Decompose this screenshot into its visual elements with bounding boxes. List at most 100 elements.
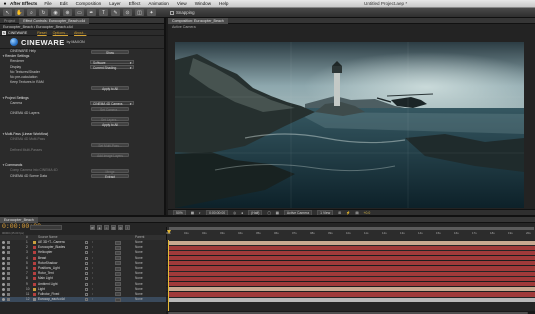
audio-icon[interactable]: [7, 277, 10, 281]
eye-icon[interactable]: [2, 277, 5, 281]
audio-icon[interactable]: [7, 261, 10, 265]
label-color-swatch[interactable]: [33, 287, 36, 291]
layer-duration-bar[interactable]: [168, 245, 535, 250]
layer-switch-box[interactable]: [85, 272, 88, 276]
layer-switch-box[interactable]: [85, 251, 88, 255]
camera-tool-icon[interactable]: ◉: [51, 9, 60, 16]
scrollbar-thumb[interactable]: [168, 311, 528, 314]
layer-row[interactable]: 12 Eurocop_each.c4d / None: [0, 297, 535, 303]
comp-mini-flowchart-icon[interactable]: ⇄: [90, 225, 95, 230]
composition-viewport[interactable]: [175, 42, 524, 208]
about-link[interactable]: About...: [74, 31, 86, 35]
puppet-tool-icon[interactable]: ✦: [147, 9, 156, 16]
frame-blending-icon[interactable]: ▥: [111, 225, 116, 230]
motion-blur-icon[interactable]: ◍: [118, 225, 123, 230]
parent-pickwhip-icon[interactable]: [115, 282, 121, 287]
app-menu[interactable]: After Effects: [10, 1, 37, 6]
options-link[interactable]: Options...: [53, 31, 68, 35]
menu-edit[interactable]: Edit: [60, 1, 68, 6]
eye-icon[interactable]: [2, 261, 5, 265]
draft-3d-icon[interactable]: ◈: [97, 225, 102, 230]
exposure-value[interactable]: +0.0: [364, 211, 371, 215]
layer-controls[interactable]: 12 Eurocop_each.c4d / None: [0, 297, 166, 303]
parent-pickwhip-icon[interactable]: [115, 261, 121, 266]
label-color-swatch[interactable]: [33, 241, 36, 244]
eye-icon[interactable]: [2, 251, 5, 255]
layer-switch-box[interactable]: [85, 292, 88, 296]
renderer-dropdown[interactable]: Software ▼: [90, 59, 134, 65]
parent-pickwhip-icon[interactable]: [115, 245, 121, 250]
layer-duration-bar[interactable]: [168, 271, 535, 276]
eye-icon[interactable]: [2, 266, 5, 270]
parent-pickwhip-icon[interactable]: [115, 250, 121, 255]
toggle-pixel-icon[interactable]: ⊞: [338, 211, 341, 215]
graph-editor-icon[interactable]: ⌇: [125, 225, 130, 230]
audio-icon[interactable]: [7, 298, 10, 302]
layer-duration-bar[interactable]: [168, 292, 535, 297]
camera-dropdown[interactable]: CINEMA 4D Camera ▼: [90, 101, 134, 106]
menu-view[interactable]: View: [177, 1, 187, 6]
time-ruler[interactable]: 00s 01s 02s 03s 04s 05s 06s 07s 08s 09s 10s 11s 12s 1…: [166, 227, 535, 240]
layer-duration-bar[interactable]: [168, 282, 535, 287]
eye-icon[interactable]: [2, 287, 5, 291]
menu-window[interactable]: Window: [195, 1, 211, 6]
menu-effect[interactable]: Effect: [129, 1, 141, 6]
eraser-tool-icon[interactable]: ◫: [135, 9, 144, 16]
roi-icon[interactable]: ▢: [267, 211, 270, 215]
clone-stamp-tool-icon[interactable]: ⊙: [123, 9, 132, 16]
pan-behind-tool-icon[interactable]: ⊕: [63, 9, 72, 16]
set-layers-button[interactable]: Set Layers...: [91, 117, 129, 122]
timeline-icon[interactable]: ▤: [355, 211, 358, 215]
label-color-swatch[interactable]: [33, 266, 36, 270]
audio-icon[interactable]: [7, 251, 10, 255]
label-color-swatch[interactable]: [33, 261, 36, 265]
layer-switch-box[interactable]: [85, 261, 88, 265]
label-color-swatch[interactable]: [33, 292, 36, 296]
layer-switch-box[interactable]: [85, 256, 88, 260]
layer-duration-bar[interactable]: [168, 276, 535, 281]
eye-icon[interactable]: [2, 256, 5, 260]
layer-name[interactable]: Eurocop_each.c4d: [38, 297, 65, 302]
extract-button[interactable]: Extract: [91, 174, 129, 179]
layer-duration-bar[interactable]: [168, 266, 535, 271]
layer-search-input[interactable]: [30, 225, 62, 230]
set-camera-button[interactable]: Set Camera...: [91, 106, 129, 112]
parent-pickwhip-icon[interactable]: [115, 266, 121, 271]
audio-icon[interactable]: [7, 266, 10, 270]
zoom-tool-icon[interactable]: ⌕: [27, 9, 36, 16]
reset-link[interactable]: Reset: [37, 31, 46, 35]
menu-animation[interactable]: Animation: [148, 1, 168, 6]
mask-icon[interactable]: ◐: [199, 211, 201, 215]
eye-icon[interactable]: [2, 282, 5, 286]
audio-icon[interactable]: [7, 256, 10, 260]
audio-icon[interactable]: [7, 282, 10, 286]
display-dropdown[interactable]: Current Shading ▼: [90, 65, 134, 70]
parent-pickwhip-icon[interactable]: [115, 271, 121, 276]
hand-tool-icon[interactable]: ✋: [15, 9, 24, 16]
parent-pickwhip-icon[interactable]: [115, 292, 121, 297]
layer-duration-bar[interactable]: [168, 256, 535, 261]
work-area-bar[interactable]: [169, 227, 534, 230]
tab-composition[interactable]: Composition: Eurocopter_Beach: [168, 17, 228, 24]
layer-duration-bar[interactable]: [168, 297, 535, 302]
menu-file[interactable]: File: [44, 1, 51, 6]
layer-switch-box[interactable]: [85, 246, 88, 250]
layer-switch-box[interactable]: [85, 282, 88, 286]
label-color-swatch[interactable]: [33, 272, 36, 276]
grid-icon[interactable]: ▦: [191, 211, 194, 215]
merge-button[interactable]: Merge: [91, 168, 129, 174]
add-image-layers-button[interactable]: Add Image Layers: [91, 153, 129, 158]
rotate-tool-icon[interactable]: ↻: [39, 9, 48, 16]
layer-duration-bar[interactable]: [168, 250, 535, 256]
parent-pickwhip-icon[interactable]: [115, 276, 121, 281]
menu-layer[interactable]: Layer: [109, 1, 121, 6]
label-color-swatch[interactable]: [33, 251, 36, 255]
apple-icon[interactable]: ●: [0, 1, 10, 7]
parent-pickwhip-icon[interactable]: [115, 297, 121, 302]
layer-duration-bar[interactable]: [168, 240, 535, 245]
shy-icon[interactable]: ☺: [104, 225, 109, 230]
apply-to-all-render-button[interactable]: Apply to All: [91, 85, 129, 91]
fast-previews-icon[interactable]: ⚡: [346, 211, 350, 215]
label-color-swatch[interactable]: [33, 246, 36, 250]
audio-icon[interactable]: [7, 292, 10, 296]
